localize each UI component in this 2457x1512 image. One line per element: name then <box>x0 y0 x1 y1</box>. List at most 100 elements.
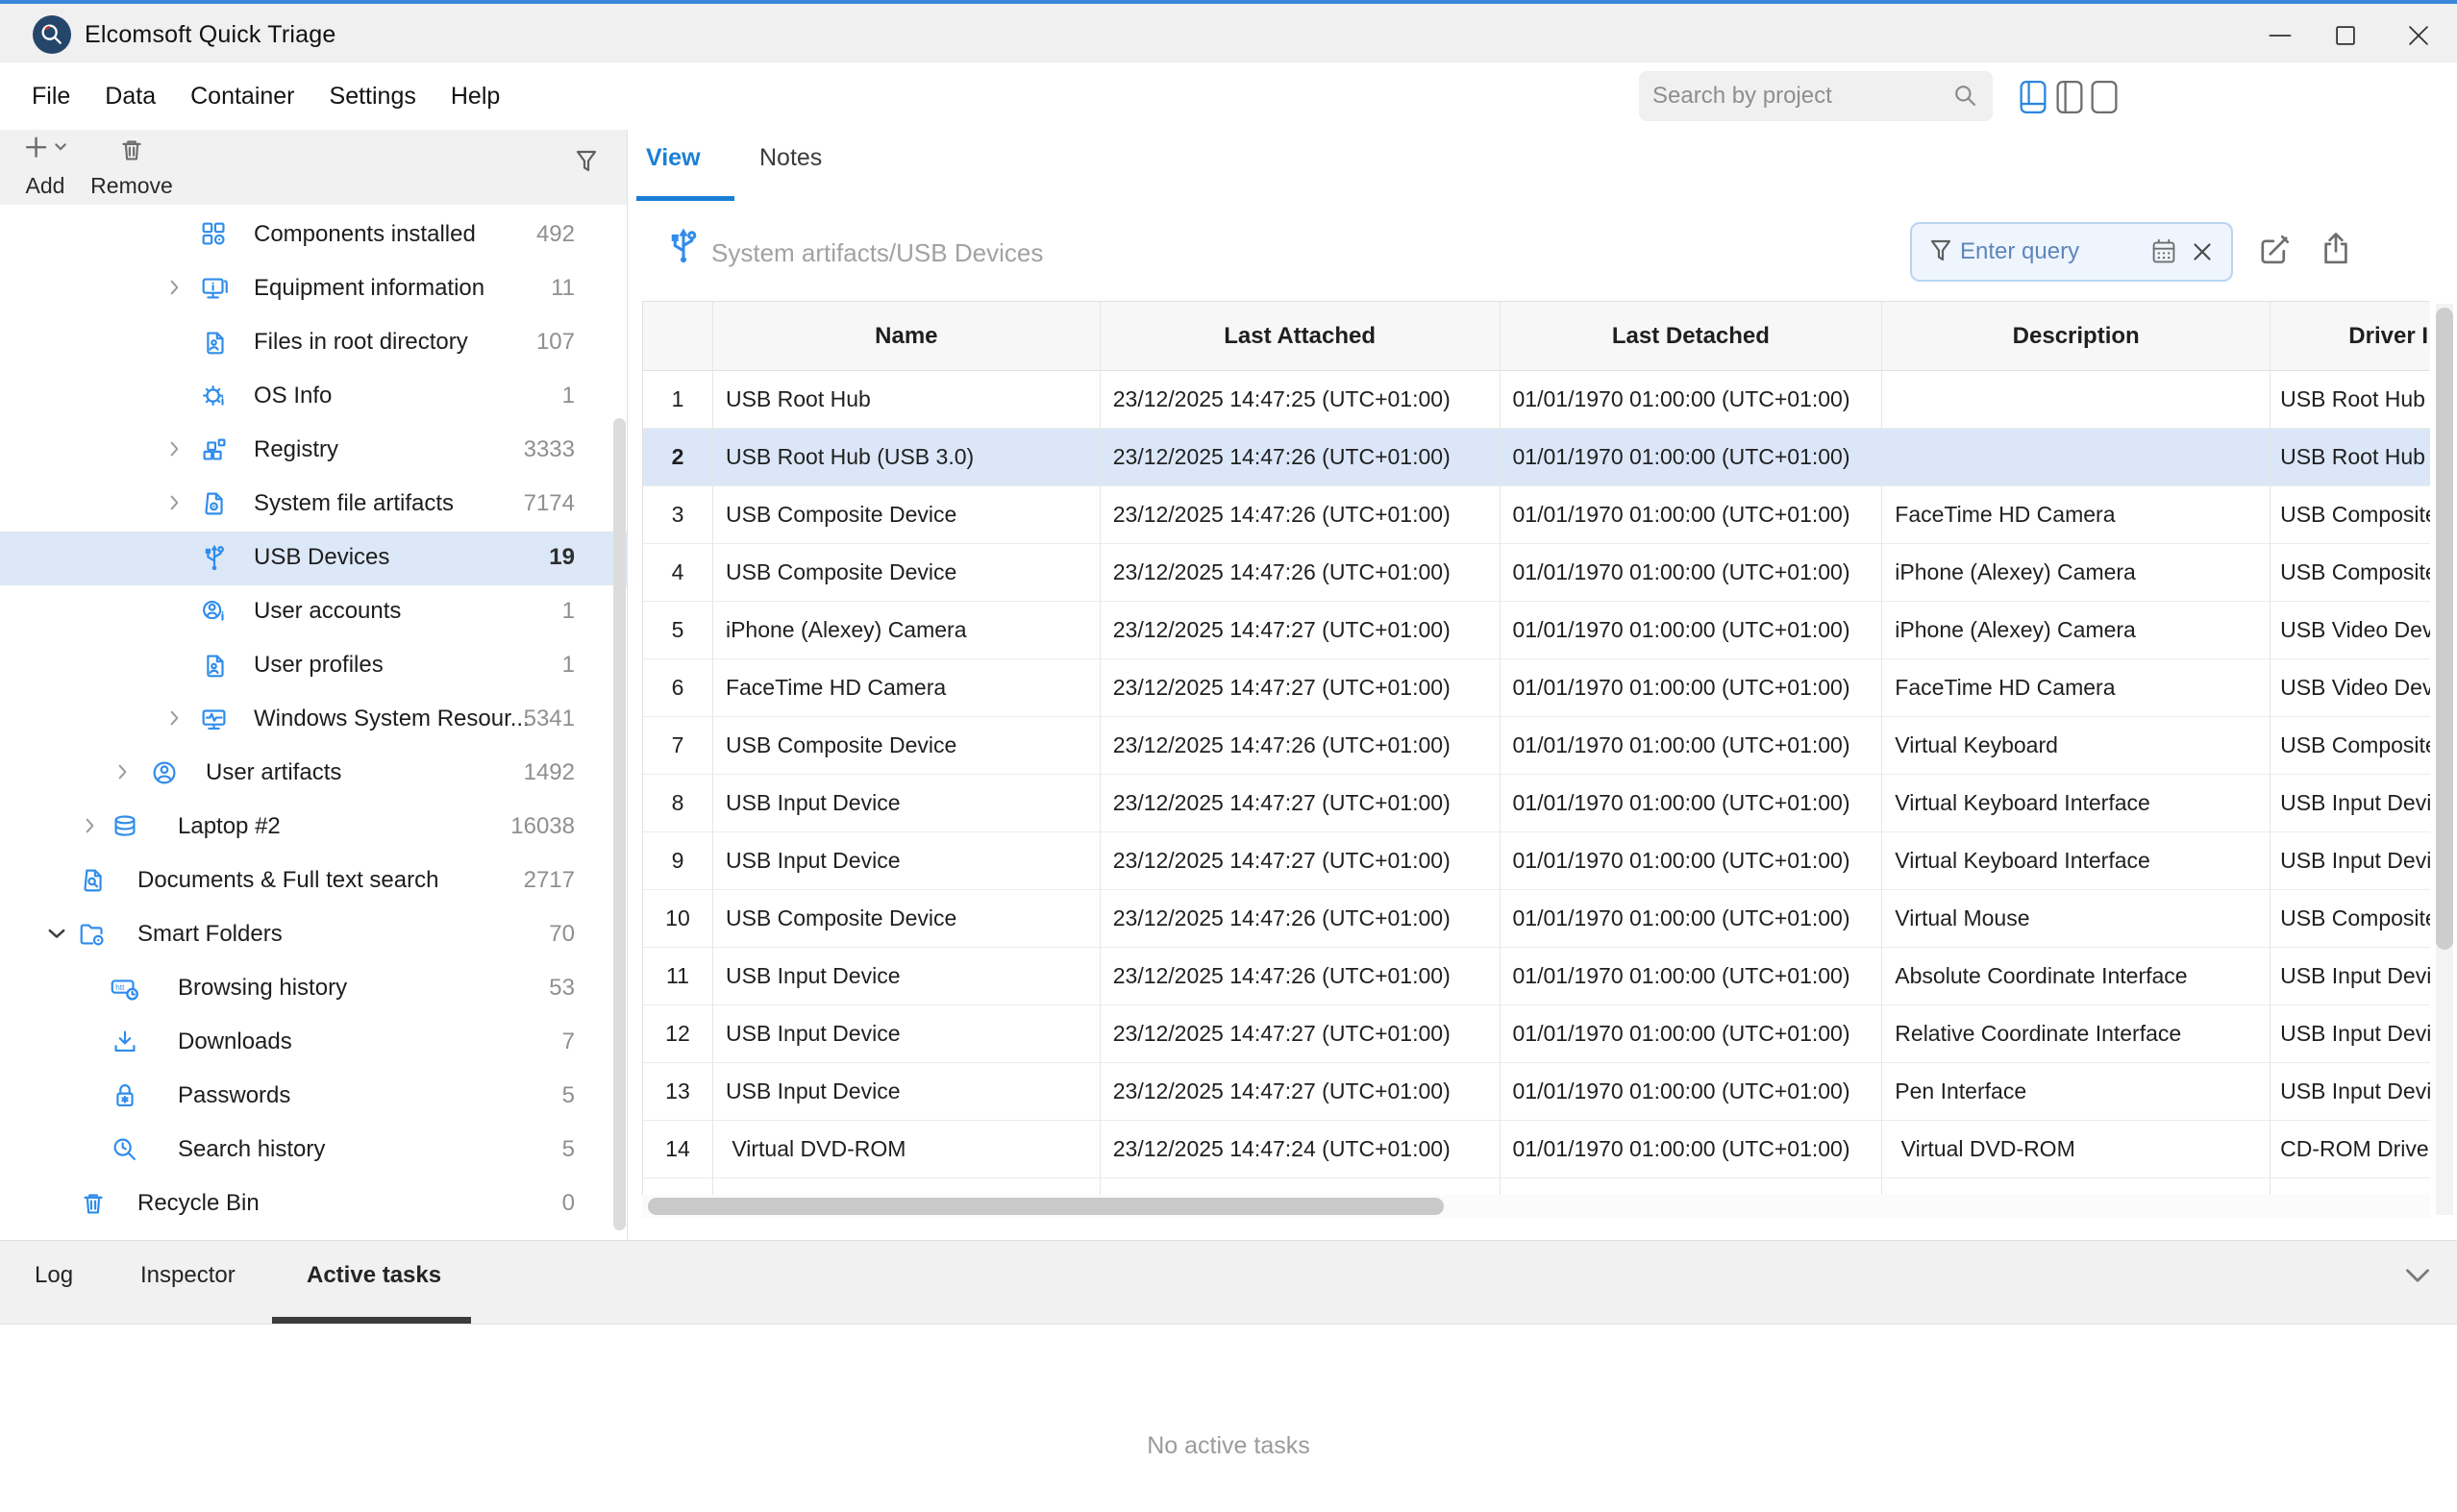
sidebar-item-downloads[interactable]: Downloads7 <box>0 1016 627 1070</box>
sidebar-item-user-profiles[interactable]: User profiles1 <box>0 639 627 693</box>
sidebar-item-os-info[interactable]: OS Info1 <box>0 370 627 424</box>
table-row[interactable]: 3USB Composite Device23/12/2025 14:47:26… <box>643 486 2430 544</box>
last-detached-cell: 01/01/1970 01:00:00 (UTC+01:00) <box>1501 544 1883 602</box>
tab-inspector[interactable]: Inspector <box>140 1262 236 1289</box>
menu-settings[interactable]: Settings <box>312 75 434 118</box>
sidebar-item-browsing-history[interactable]: httBrowsing history53 <box>0 962 627 1016</box>
doc-search-icon <box>77 864 112 899</box>
table-row[interactable]: 8USB Input Device23/12/2025 14:47:27 (UT… <box>643 775 2430 832</box>
chevron-right-icon[interactable] <box>163 437 188 462</box>
sidebar-item-smart-folders[interactable]: Smart Folders70 <box>0 908 627 962</box>
column-header-description[interactable]: Description <box>1882 302 2271 371</box>
column-header-name[interactable]: Name <box>713 302 1101 371</box>
layout-split-bottom-button[interactable] <box>2019 76 2048 118</box>
item-count-badge: 5 <box>562 1136 575 1163</box>
horizontal-scrollbar-thumb[interactable] <box>648 1198 1444 1215</box>
table-row[interactable]: 6FaceTime HD Camera23/12/2025 14:47:27 (… <box>643 659 2430 717</box>
item-count-badge: 492 <box>536 221 575 248</box>
tab-notes[interactable]: Notes <box>759 144 822 172</box>
minimize-button[interactable] <box>2261 17 2299 54</box>
column-header-last-attached[interactable]: Last Attached <box>1101 302 1501 371</box>
horizontal-scrollbar[interactable] <box>642 1195 2430 1218</box>
name-cell: USB Composite Device <box>713 544 1101 602</box>
menu-help[interactable]: Help <box>434 75 517 118</box>
sidebar-divider <box>627 130 628 1240</box>
trash-icon <box>77 1187 112 1222</box>
sidebar-item-system-file-artifacts[interactable]: System file artifacts7174 <box>0 478 627 532</box>
export-button[interactable] <box>2315 229 2361 275</box>
table-row[interactable]: 10USB Composite Device23/12/2025 14:47:2… <box>643 890 2430 948</box>
add-button[interactable]: Add <box>12 134 79 199</box>
remove-button[interactable]: Remove <box>88 134 175 199</box>
tab-log[interactable]: Log <box>35 1262 73 1289</box>
calendar-icon[interactable] <box>2145 233 2183 271</box>
chevron-right-icon[interactable] <box>163 276 188 301</box>
sidebar-item-windows-system-resour[interactable]: Windows System Resour...5341 <box>0 693 627 747</box>
row-number-cell: 5 <box>643 602 713 659</box>
sidebar-item-user-artifacts[interactable]: User artifacts1492 <box>0 747 627 801</box>
query-input[interactable] <box>1960 238 2145 265</box>
sidebar-item-label: Components installed <box>254 221 476 248</box>
table-row[interactable]: 1USB Root Hub23/12/2025 14:47:25 (UTC+01… <box>643 371 2430 429</box>
last-detached-cell: 01/01/1970 01:00:00 (UTC+01:00) <box>1501 486 1883 544</box>
item-count-badge: 19 <box>549 544 575 571</box>
layout-split-left-button[interactable] <box>2055 76 2084 118</box>
sidebar-item-label: OS Info <box>254 383 332 409</box>
table-row[interactable]: 5iPhone (Alexey) Camera23/12/2025 14:47:… <box>643 602 2430 659</box>
table-row[interactable]: 9USB Input Device23/12/2025 14:47:27 (UT… <box>643 832 2430 890</box>
table-row[interactable]: 11USB Input Device23/12/2025 14:47:26 (U… <box>643 948 2430 1005</box>
chevron-right-icon[interactable] <box>163 706 188 731</box>
last-attached-cell: 23/12/2025 14:47:26 (UTC+01:00) <box>1101 429 1501 486</box>
search-input[interactable] <box>1652 83 1950 110</box>
table-row[interactable]: 2USB Root Hub (USB 3.0)23/12/2025 14:47:… <box>643 429 2430 486</box>
sidebar-item-search-history[interactable]: Search history5 <box>0 1124 627 1177</box>
sidebar-item-user-accounts[interactable]: User accounts1 <box>0 585 627 639</box>
column-header-last-detached[interactable]: Last Detached <box>1501 302 1883 371</box>
chevron-right-icon[interactable] <box>112 760 136 785</box>
tab-view[interactable]: View <box>646 144 701 172</box>
description-cell: Pen Interface <box>1882 1063 2271 1121</box>
tab-active-tasks[interactable]: Active tasks <box>307 1262 441 1289</box>
edit-button[interactable] <box>2253 229 2299 275</box>
collapse-panel-chevron-down-icon[interactable] <box>2399 1257 2442 1300</box>
table-row[interactable]: 4USB Composite Device23/12/2025 14:47:26… <box>643 544 2430 602</box>
item-count-badge: 107 <box>536 329 575 356</box>
sidebar-scrollbar[interactable] <box>613 418 626 1230</box>
item-count-badge: 11 <box>551 275 575 302</box>
sidebar-item-documents-full-text-search[interactable]: Documents & Full text search2717 <box>0 855 627 908</box>
menu-file[interactable]: File <box>14 75 87 118</box>
sidebar-item-laptop-2[interactable]: Laptop #216038 <box>0 801 627 855</box>
sidebar-filter-button[interactable] <box>569 145 613 189</box>
row-number-cell: 7 <box>643 717 713 775</box>
table-row[interactable]: 13USB Input Device23/12/2025 14:47:27 (U… <box>643 1063 2430 1121</box>
sidebar-item-registry[interactable]: Registry3333 <box>0 424 627 478</box>
sidebar-item-usb-devices[interactable]: USB Devices19 <box>0 532 627 585</box>
layout-single-button[interactable] <box>2090 76 2119 118</box>
chevron-right-icon[interactable] <box>163 491 188 516</box>
clear-query-icon[interactable] <box>2183 233 2221 271</box>
active-tab-underline <box>636 196 734 201</box>
table-row[interactable]: 12USB Input Device23/12/2025 14:47:27 (U… <box>643 1005 2430 1063</box>
sidebar-item-label: Smart Folders <box>137 921 283 948</box>
menu-data[interactable]: Data <box>87 75 173 118</box>
close-button[interactable] <box>2399 17 2438 54</box>
column-header-driver[interactable]: Driver I <box>2271 302 2430 371</box>
description-cell: Virtual Keyboard Interface <box>1882 775 2271 832</box>
usb-icon <box>198 541 233 576</box>
vertical-scrollbar-thumb[interactable] <box>2436 308 2453 950</box>
sidebar-item-equipment-information[interactable]: Equipment information11 <box>0 262 627 316</box>
maximize-button[interactable] <box>2326 17 2365 54</box>
query-filter <box>1910 222 2233 282</box>
sidebar-item-passwords[interactable]: Passwords5 <box>0 1070 627 1124</box>
table-row[interactable]: 7USB Composite Device23/12/2025 14:47:26… <box>643 717 2430 775</box>
sidebar-item-components-installed[interactable]: Components installed 492 <box>0 209 627 262</box>
chevron-down-icon[interactable] <box>44 922 69 947</box>
menu-container[interactable]: Container <box>173 75 311 118</box>
sidebar-item-files-in-root-directory[interactable]: Files in root directory107 <box>0 316 627 370</box>
last-attached-cell: 23/12/2025 14:47:27 (UTC+01:00) <box>1101 1063 1501 1121</box>
chevron-right-icon[interactable] <box>79 814 104 839</box>
sidebar-item-recycle-bin[interactable]: Recycle Bin0 <box>0 1177 627 1231</box>
vertical-scrollbar[interactable] <box>2436 304 2453 1215</box>
column-header-index[interactable] <box>643 302 713 371</box>
table-row[interactable]: 14 Virtual DVD-ROM23/12/2025 14:47:24 (U… <box>643 1121 2430 1178</box>
